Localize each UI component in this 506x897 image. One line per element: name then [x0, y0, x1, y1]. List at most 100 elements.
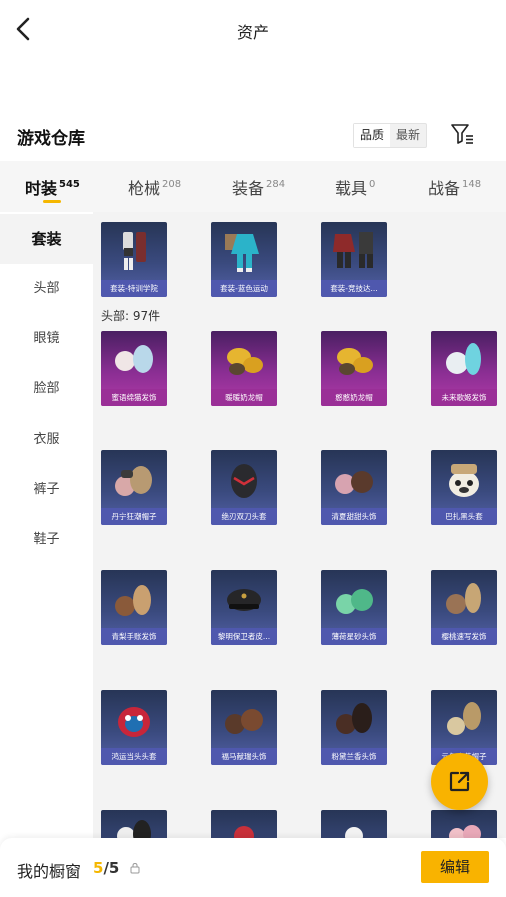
active-tab-indicator [43, 200, 61, 203]
head-item-card[interactable]: 丹宁狂潮帽子 [101, 450, 167, 525]
sort-latest-option[interactable]: 最新 [390, 124, 426, 147]
page-title: 资产 [236, 23, 269, 42]
showcase-current: 5 [93, 859, 104, 877]
tab-label: 时装 [25, 179, 58, 198]
item-name: 套装-特训学院 [101, 280, 167, 297]
tab-count: 148 [462, 179, 482, 190]
share-icon [449, 771, 470, 792]
head-item-card[interactable]: 憨憨奶龙帽 [321, 331, 387, 406]
hat-icon [337, 348, 373, 375]
sport-outfit-icon [225, 234, 259, 272]
sidebar-item-glasses[interactable]: 眼镜 [0, 314, 93, 364]
tab-label: 战备 [428, 179, 461, 198]
head-item-card[interactable]: 青梨手账发饰 [101, 570, 167, 645]
item-name: 福马献瑞头饰 [211, 748, 277, 765]
head-item-card[interactable]: 蜜语绵猫发饰 [101, 331, 167, 406]
hair-icon [234, 826, 254, 838]
sidebar-item-face[interactable]: 脸部 [0, 364, 93, 414]
head-item-card[interactable]: 福马献瑞头饰 [211, 690, 277, 765]
hair-icon [115, 585, 151, 616]
hair-icon [336, 703, 372, 734]
item-name: 暖暖奶龙帽 [211, 389, 277, 406]
head-item-card[interactable]: 清夏甜甜头饰 [321, 450, 387, 525]
showcase-label: 我的橱窗 [17, 862, 82, 881]
edit-button[interactable]: 编辑 [421, 851, 489, 883]
head-item-card[interactable] [431, 810, 497, 838]
hair-icon [117, 820, 151, 838]
item-name: 套装-竞技达... [321, 280, 387, 297]
helmet-icon [231, 464, 257, 498]
showcase-count: 5/5 [93, 859, 120, 877]
head-item-card[interactable]: 鸿运当头头套 [101, 690, 167, 765]
head-item-card[interactable]: 绝刃双刀头套 [211, 450, 277, 525]
lock-icon [130, 862, 140, 874]
sidebar-item-outfit[interactable]: 套装 [0, 214, 93, 264]
tab-count: 208 [162, 179, 182, 190]
item-name: 鸿运当头头套 [101, 748, 167, 765]
hair-icon [345, 827, 363, 838]
tab-equipment[interactable]: 装备 284 [232, 175, 285, 199]
hair-icon [446, 583, 481, 614]
head-item-card[interactable]: 樱桃速写发饰 [431, 570, 497, 645]
hair-icon [336, 589, 373, 614]
showcase-total: 5 [108, 859, 120, 877]
item-grid: 套装-特训学院 套装-蓝色运动 套装-竞技达... 头部: 97件 蜜语绵猫发饰… [93, 212, 506, 838]
share-button[interactable] [431, 753, 488, 810]
hair-icon [115, 345, 153, 373]
head-item-card[interactable] [211, 810, 277, 838]
item-name: 薄荷星砂头饰 [321, 628, 387, 645]
head-item-card[interactable]: 未来歌姬发饰 [431, 331, 497, 406]
sidebar-item-pants[interactable]: 裤子 [0, 465, 93, 515]
head-item-card[interactable] [321, 810, 387, 838]
head-item-card[interactable]: 黎明保卫者皮... [211, 570, 277, 645]
item-name: 蜜语绵猫发饰 [101, 389, 167, 406]
item-name: 绝刃双刀头套 [211, 508, 277, 525]
head-section-label: 头部: 97件 [101, 309, 161, 323]
warehouse-title: 游戏仓库 [17, 129, 85, 149]
sort-quality-option[interactable]: 品质 [354, 124, 391, 147]
head-item-card[interactable]: 粉黛兰香头饰 [321, 690, 387, 765]
sort-toggle: 品质 最新 [353, 123, 428, 148]
hair-icon [447, 702, 481, 735]
sidebar-item-head[interactable]: 头部 [0, 264, 93, 314]
hair-icon [225, 709, 263, 734]
mask-icon [449, 464, 479, 497]
top-bar: 资产 [0, 0, 506, 60]
hair-icon [449, 825, 481, 838]
sidebar-item-shoes[interactable]: 鞋子 [0, 515, 93, 565]
tab-count: 545 [59, 179, 80, 190]
outfit-card[interactable]: 套装-竞技达... [321, 222, 387, 297]
head-item-card[interactable]: 暖暖奶龙帽 [211, 331, 277, 406]
hat-icon [227, 348, 263, 375]
item-name: 未来歌姬发饰 [431, 389, 497, 406]
tab-firearms[interactable]: 枪械 208 [128, 175, 181, 199]
item-name: 巴扎黑头套 [431, 508, 497, 525]
tab-label: 枪械 [128, 179, 161, 198]
hair-icon [335, 471, 373, 494]
tab-label: 装备 [232, 179, 265, 198]
item-name: 憨憨奶龙帽 [321, 389, 387, 406]
tab-count: 0 [369, 179, 376, 190]
item-name: 樱桃速写发饰 [431, 628, 497, 645]
item-name: 套装-蓝色运动 [211, 280, 277, 297]
item-name: 粉黛兰香头饰 [321, 748, 387, 765]
lion-mask-icon [118, 707, 150, 737]
filter-icon[interactable] [449, 122, 475, 146]
item-name: 清夏甜甜头饰 [321, 508, 387, 525]
tab-fashion[interactable]: 时装 545 [25, 175, 80, 203]
tab-count: 284 [266, 179, 286, 190]
item-name: 青梨手账发饰 [101, 628, 167, 645]
head-item-card[interactable]: 薄荷星砂头饰 [321, 570, 387, 645]
tab-combat-gear[interactable]: 战备 148 [428, 175, 481, 199]
item-name: 黎明保卫者皮... [211, 628, 277, 645]
head-item-card[interactable] [101, 810, 167, 838]
sidebar-item-clothes[interactable]: 衣服 [0, 415, 93, 465]
category-tabs: 时装 545 枪械 208 装备 284 载具 0 战备 148 [0, 161, 506, 212]
tab-vehicles[interactable]: 载具 0 [335, 175, 375, 199]
showcase-bar: 我的橱窗 5/5 编辑 [0, 838, 506, 897]
subcategory-sidebar: 套装 头部 眼镜 脸部 衣服 裤子 鞋子 [0, 212, 93, 838]
outfit-card[interactable]: 套装-特训学院 [101, 222, 167, 297]
outfit-card[interactable]: 套装-蓝色运动 [211, 222, 277, 297]
head-item-card[interactable]: 巴扎黑头套 [431, 450, 497, 525]
hair-icon [446, 343, 481, 375]
